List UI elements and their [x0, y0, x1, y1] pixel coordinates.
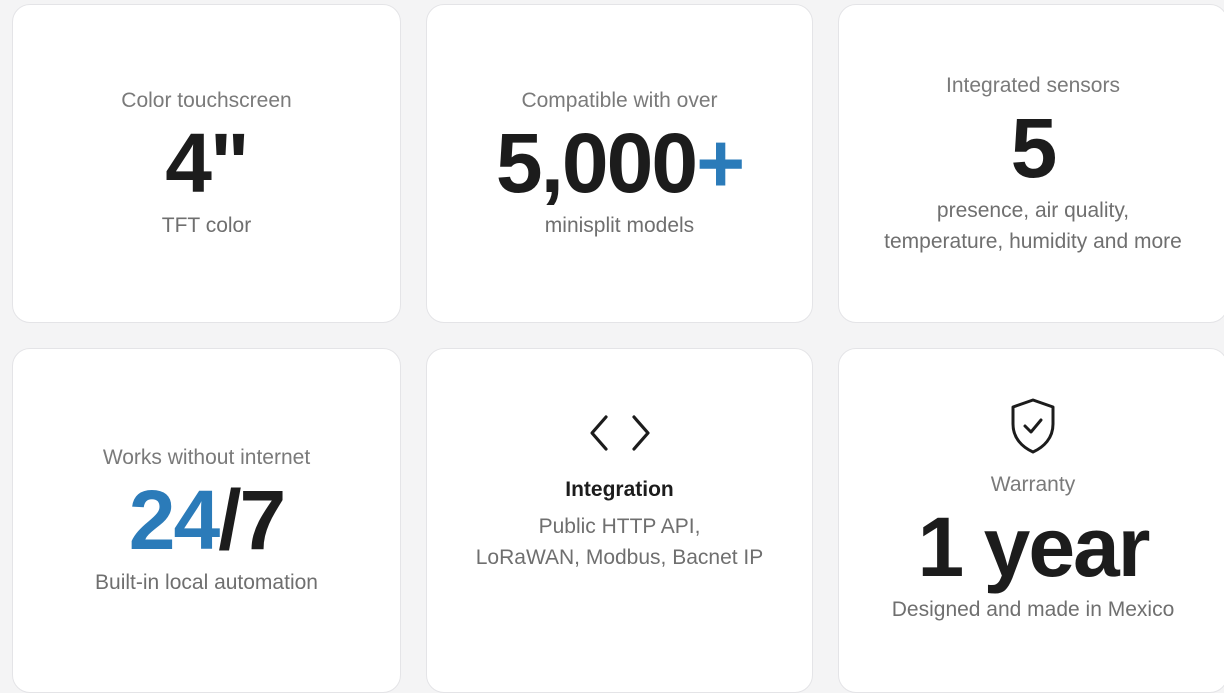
offline-value: /7: [218, 473, 286, 567]
sensors-sub-line1: presence, air quality,: [936, 198, 1130, 222]
touchscreen-card: Color touchscreen 4" TFT color: [12, 4, 401, 323]
compatibility-value-accent: +: [696, 116, 745, 210]
warranty-value: 1 year: [917, 500, 1151, 594]
touchscreen-label: Color touchscreen: [121, 89, 292, 112]
sensors-label: Integrated sensors: [946, 73, 1120, 97]
compatibility-card: Compatible with over 5,000+ minisplit mo…: [426, 4, 813, 323]
sensors-value: 5: [1010, 100, 1058, 195]
integration-heading: Integration: [565, 477, 674, 501]
offline-value-wrap: 24/7: [128, 473, 287, 567]
offline-label: Works without internet: [102, 446, 311, 469]
shield-check-icon: [1011, 398, 1055, 454]
warranty-label: Warranty: [990, 473, 1076, 496]
integration-card: Integration Public HTTP API, LoRaWAN, Mo…: [426, 348, 813, 693]
code-icon: [589, 414, 650, 451]
touchscreen-sub: TFT color: [161, 214, 252, 237]
compatibility-label: Compatible with over: [521, 89, 718, 112]
compatibility-value: 5,000: [495, 116, 698, 210]
offline-card: Works without internet 24/7 Built-in loc…: [12, 348, 401, 693]
offline-value-accent: 24: [128, 473, 220, 567]
offline-sub: Built-in local automation: [95, 571, 318, 594]
sensors-sub-line2: temperature, humidity and more: [884, 229, 1182, 253]
warranty-card: Warranty 1 year Designed and made in Mex…: [838, 348, 1224, 693]
touchscreen-value: 4": [165, 116, 250, 210]
compatibility-value-wrap: 5,000+: [495, 116, 745, 210]
integration-sub-line2: LoRaWAN, Modbus, Bacnet IP: [475, 545, 764, 569]
integration-sub-line1: Public HTTP API,: [538, 514, 701, 538]
warranty-sub: Designed and made in Mexico: [891, 598, 1175, 621]
sensors-card: Integrated sensors 5 presence, air quali…: [838, 4, 1224, 323]
compatibility-sub: minisplit models: [544, 214, 695, 237]
